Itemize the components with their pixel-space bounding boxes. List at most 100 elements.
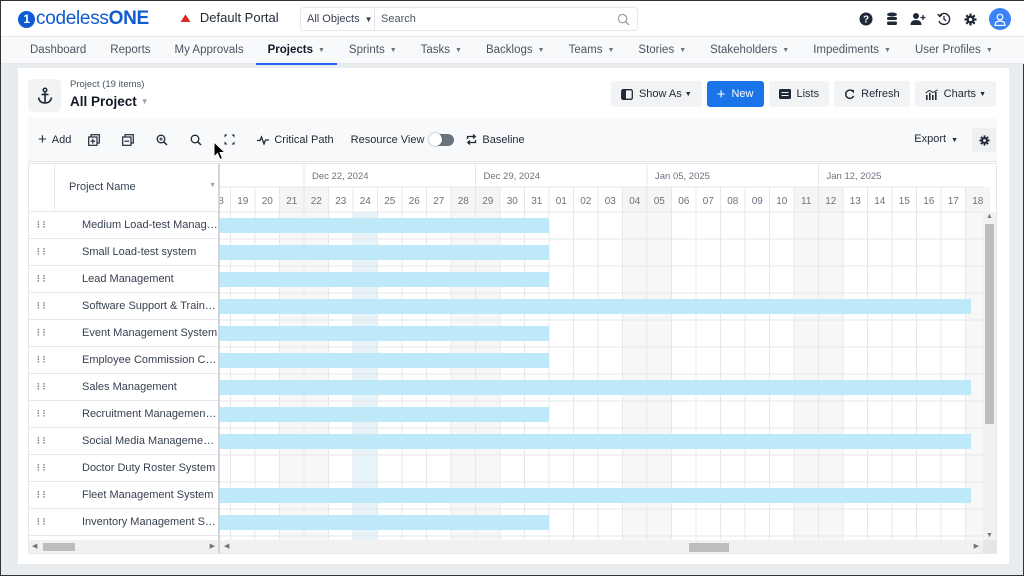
scroll-left-icon[interactable]: ◀ (224, 542, 229, 550)
nav-item-backlogs[interactable]: Backlogs ▼ (474, 37, 557, 64)
nav-item-teams[interactable]: Teams ▼ (557, 37, 627, 64)
zoom-in-button[interactable] (156, 134, 173, 146)
project-name-cell[interactable]: Medium Load-test Managem... (82, 219, 218, 231)
table-row[interactable]: ⠇⠇ Software Support & Training (29, 293, 218, 320)
search-scope-select[interactable]: All Objects ▼ (301, 8, 375, 30)
project-name-cell[interactable]: Small Load-test system (82, 246, 196, 258)
scroll-thumb[interactable] (985, 224, 994, 424)
show-as-button[interactable]: Show As ▼ (610, 81, 702, 107)
timeline-hscrollbar[interactable]: ◀ ▶ (220, 540, 983, 553)
nav-item-projects[interactable]: Projects ▼ (255, 37, 338, 65)
table-row[interactable]: ⠇⠇ Recruitment Management Sy... (29, 401, 218, 428)
table-row[interactable]: ⠇⠇ Doctor Duty Roster System (29, 455, 218, 482)
table-row[interactable]: ⠇⠇ Medium Load-test Managem... (29, 212, 218, 239)
project-name-cell[interactable]: Employee Commission Com... (82, 354, 218, 366)
scroll-thumb[interactable] (689, 543, 729, 552)
nav-item-stories[interactable]: Stories ▼ (626, 37, 698, 64)
drag-handle-icon[interactable]: ⠇⠇ (29, 355, 55, 366)
project-name-cell[interactable]: Event Management System (82, 327, 217, 339)
table-row[interactable]: ⠇⠇ Lead Management (29, 266, 218, 293)
drag-handle-icon[interactable]: ⠇⠇ (29, 436, 55, 447)
drag-handle-icon[interactable]: ⠇⠇ (29, 490, 55, 501)
nav-item-tasks[interactable]: Tasks ▼ (409, 37, 474, 64)
view-selector[interactable]: All Project ▼ (70, 94, 149, 109)
help-icon[interactable]: ? (853, 7, 879, 31)
zoom-out-button[interactable] (190, 134, 207, 146)
drag-handle-icon[interactable]: ⠇⠇ (29, 220, 55, 231)
task-bar[interactable] (220, 299, 971, 314)
column-header-project-name[interactable]: Project Name (69, 181, 136, 193)
scroll-left-icon[interactable]: ◀ (32, 542, 37, 550)
table-row[interactable]: ⠇⠇ Sales Management (29, 374, 218, 401)
export-button[interactable]: Export ▼ (914, 133, 958, 145)
gantt-settings-button[interactable] (972, 128, 996, 152)
drag-handle-icon[interactable]: ⠇⠇ (29, 409, 55, 420)
expand-all-button[interactable] (88, 133, 105, 146)
task-bar[interactable] (220, 488, 971, 503)
history-icon[interactable] (931, 7, 957, 31)
task-bar[interactable] (220, 407, 549, 422)
database-icon[interactable] (879, 7, 905, 31)
lists-button[interactable]: Lists (768, 81, 830, 107)
project-name-cell[interactable]: Inventory Management System (82, 516, 218, 528)
drag-handle-icon[interactable]: ⠇⠇ (29, 463, 55, 474)
table-row[interactable]: ⠇⠇ Employee Commission Com... (29, 347, 218, 374)
table-row[interactable]: ⠇⠇ Social Media Management S... (29, 428, 218, 455)
critical-path-button[interactable]: Critical Path (257, 134, 334, 146)
drag-handle-icon[interactable]: ⠇⠇ (29, 517, 55, 528)
task-bar[interactable] (220, 353, 549, 368)
collapse-all-button[interactable] (122, 133, 139, 146)
gear-icon[interactable] (957, 7, 983, 31)
table-row[interactable]: ⠇⠇ Fleet Management System (29, 482, 218, 509)
baseline-button[interactable]: Baseline (466, 134, 525, 146)
drag-handle-icon[interactable]: ⠇⠇ (29, 382, 55, 393)
table-row[interactable]: ⠇⠇ Event Management System (29, 320, 218, 347)
portal-switcher[interactable]: ▲ Default Portal (177, 10, 279, 25)
project-name-cell[interactable]: Fleet Management System (82, 489, 213, 501)
scroll-up-icon[interactable]: ▲ (986, 213, 993, 220)
column-menu-icon[interactable]: ▼ (209, 182, 216, 189)
drag-handle-icon[interactable]: ⠇⠇ (29, 274, 55, 285)
nav-item-reports[interactable]: Reports (98, 37, 162, 64)
task-bar[interactable] (220, 434, 971, 449)
task-bar[interactable] (220, 515, 549, 530)
drag-handle-icon[interactable]: ⠇⠇ (29, 247, 55, 258)
new-button[interactable]: + New (706, 81, 764, 107)
scroll-right-icon[interactable]: ▶ (974, 542, 979, 550)
drag-handle-icon[interactable]: ⠇⠇ (29, 301, 55, 312)
task-bar[interactable] (220, 380, 971, 395)
task-bar[interactable] (220, 218, 549, 233)
scroll-down-icon[interactable]: ▼ (986, 532, 993, 539)
task-list-hscrollbar[interactable]: ◀ ▶ (29, 540, 218, 553)
nav-item-stakeholders[interactable]: Stakeholders ▼ (698, 37, 801, 64)
nav-item-dashboard[interactable]: Dashboard (18, 37, 98, 64)
app-logo[interactable]: 1 codeless ONE (18, 8, 149, 30)
nav-item-impediments[interactable]: Impediments ▼ (801, 37, 903, 64)
nav-item-my-approvals[interactable]: My Approvals (163, 37, 256, 64)
charts-button[interactable]: Charts ▼ (914, 81, 996, 107)
project-name-cell[interactable]: Sales Management (82, 381, 177, 393)
drag-handle-icon[interactable]: ⠇⠇ (29, 328, 55, 339)
timeline-vscrollbar[interactable]: ▲ ▼ (983, 212, 996, 540)
add-user-icon[interactable] (905, 7, 931, 31)
search-icon[interactable] (609, 8, 637, 30)
add-button[interactable]: + Add (38, 131, 71, 148)
scroll-right-icon[interactable]: ▶ (210, 542, 215, 550)
task-bar[interactable] (220, 272, 549, 287)
nav-item-user-profiles[interactable]: User Profiles ▼ (903, 37, 1005, 64)
table-row[interactable]: ⠇⠇ Small Load-test system (29, 239, 218, 266)
project-name-cell[interactable]: Recruitment Management Sy... (82, 408, 218, 420)
project-name-cell[interactable]: Lead Management (82, 273, 174, 285)
project-name-cell[interactable]: Software Support & Training (82, 300, 218, 312)
task-bar[interactable] (220, 326, 549, 341)
search-input[interactable] (375, 8, 609, 30)
project-name-cell[interactable]: Social Media Management S... (82, 435, 218, 447)
task-bar[interactable] (220, 245, 549, 260)
refresh-button[interactable]: Refresh (834, 81, 910, 107)
project-name-cell[interactable]: Doctor Duty Roster System (82, 462, 215, 474)
table-row[interactable]: ⠇⠇ Inventory Management System (29, 509, 218, 536)
nav-item-sprints[interactable]: Sprints ▼ (337, 37, 409, 64)
user-avatar[interactable] (989, 8, 1011, 30)
resource-view-toggle[interactable] (429, 132, 455, 146)
scroll-thumb[interactable] (43, 543, 75, 551)
